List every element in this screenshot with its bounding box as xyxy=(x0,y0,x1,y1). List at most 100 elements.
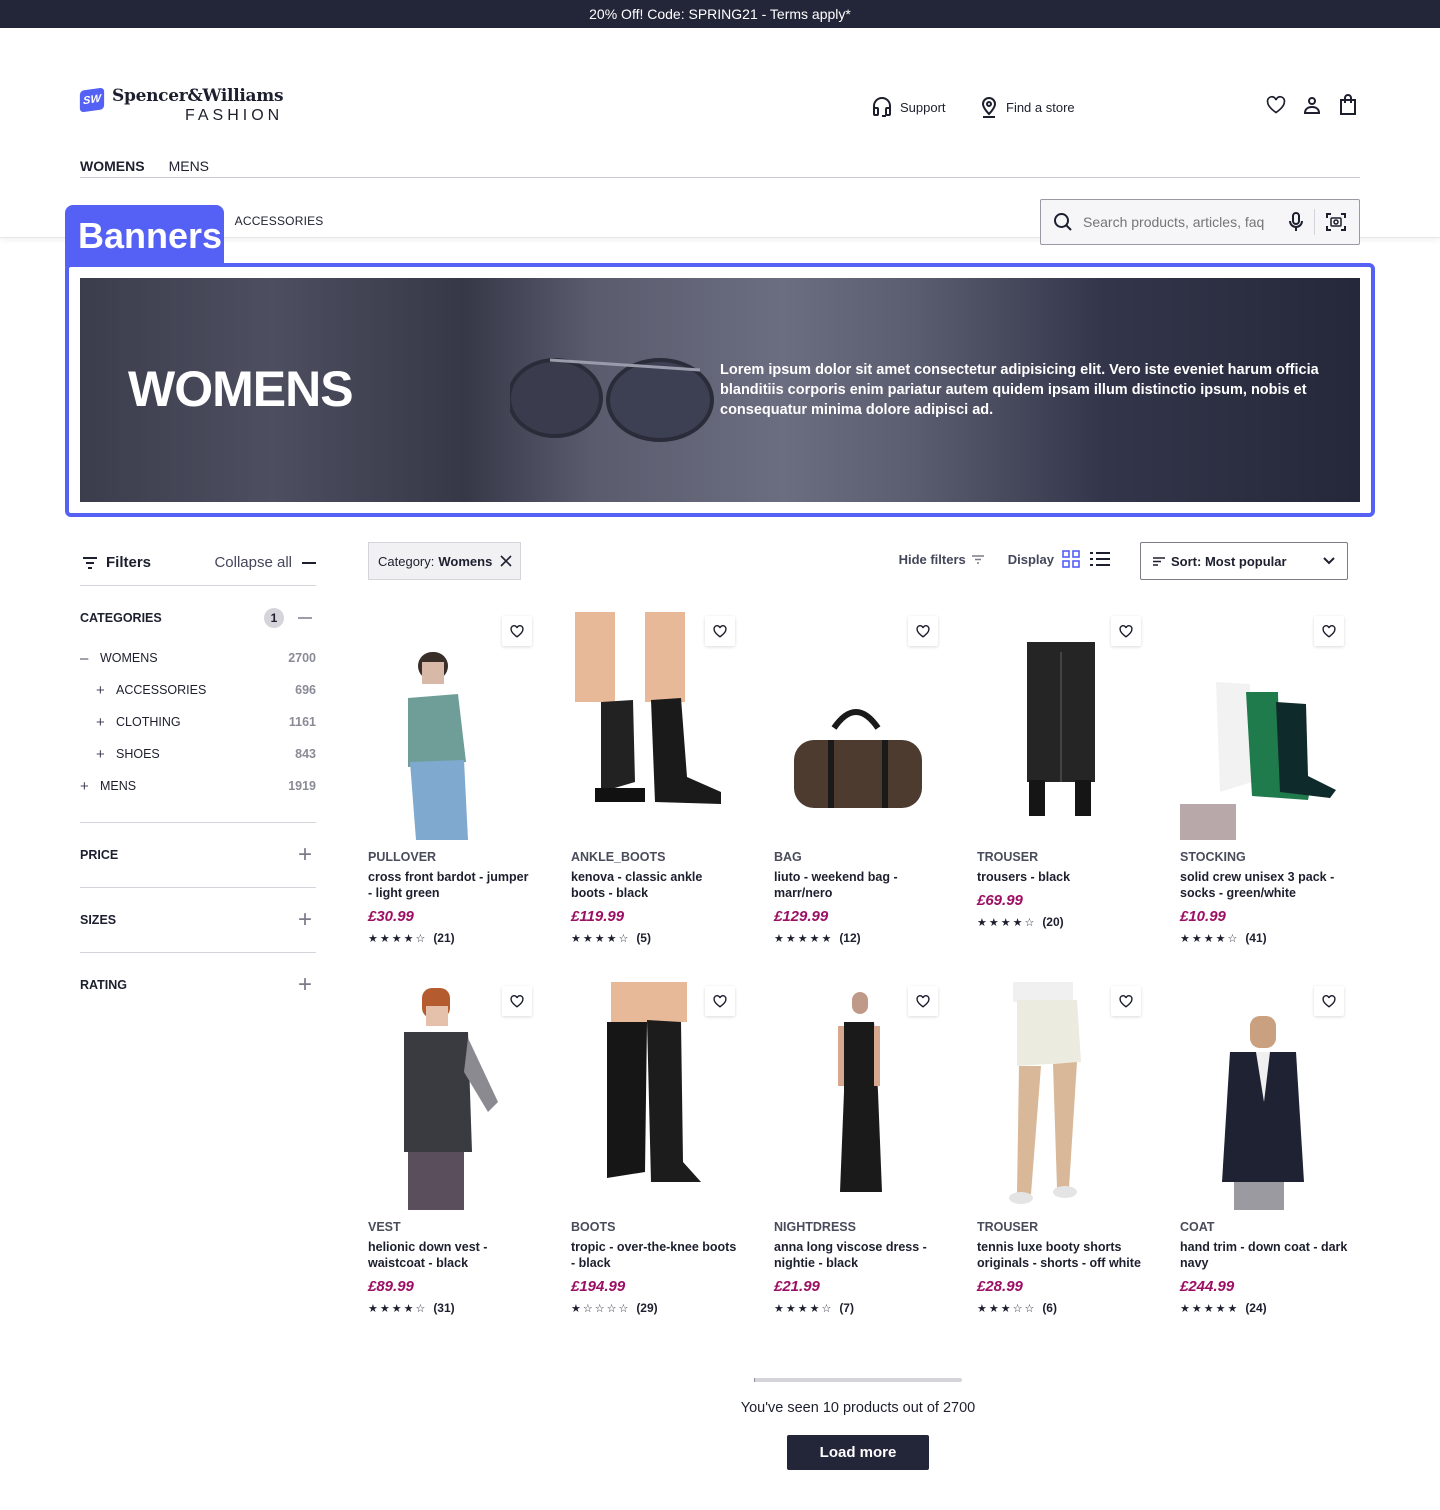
product-image[interactable] xyxy=(571,982,739,1210)
nav-mens[interactable]: MENS xyxy=(169,156,209,177)
product-card[interactable]: BAG liuto - weekend bag - marr/nero £129… xyxy=(774,612,942,956)
product-card[interactable]: BOOTS tropic - over-the-knee boots - bla… xyxy=(571,982,739,1326)
category-item-mens[interactable]: + MENS 1919 xyxy=(80,770,316,802)
chevron-down-icon xyxy=(1323,557,1335,565)
product-image[interactable] xyxy=(1180,612,1348,840)
product-card[interactable]: PULLOVER cross front bardot - jumper - l… xyxy=(368,612,536,956)
star-rating-icon: ★★★★☆ xyxy=(368,932,428,945)
banner-text: Lorem ipsum dolor sit amet consectetur a… xyxy=(720,362,1319,418)
category-item-womens[interactable]: – WOMENS 2700 xyxy=(80,642,316,674)
product-card[interactable]: STOCKING solid crew unisex 3 pack - sock… xyxy=(1180,612,1348,956)
section-title: RATING xyxy=(80,978,127,992)
brand-logo[interactable]: SW Spencer&Williams FASHION xyxy=(79,86,284,125)
product-name[interactable]: kenova - classic ankle boots - black xyxy=(571,869,739,901)
filter-section-price[interactable]: PRICE + xyxy=(80,822,316,887)
product-name[interactable]: helionic down vest - waistcoat - black xyxy=(368,1239,536,1271)
list-view-icon[interactable] xyxy=(1090,551,1110,567)
close-icon[interactable] xyxy=(500,555,512,567)
add-to-wishlist-button[interactable] xyxy=(1314,616,1344,646)
product-image[interactable] xyxy=(1180,982,1348,1210)
filters-label: Filters xyxy=(106,554,152,571)
product-name[interactable]: cross front bardot - jumper - light gree… xyxy=(368,869,536,901)
category-item-accessories[interactable]: + ACCESSORIES 696 xyxy=(80,674,316,706)
filter-section-rating[interactable]: RATING + xyxy=(80,952,316,1017)
category-count: 2700 xyxy=(288,651,316,665)
search-divider xyxy=(1314,209,1315,235)
add-to-wishlist-button[interactable] xyxy=(705,616,735,646)
product-image[interactable] xyxy=(368,612,536,840)
categories-header[interactable]: CATEGORIES 1 xyxy=(80,608,316,628)
product-grid: PULLOVER cross front bardot - jumper - l… xyxy=(368,612,1348,1326)
product-name[interactable]: trousers - black xyxy=(977,869,1145,885)
nav-womens[interactable]: WOMENS xyxy=(80,156,145,177)
product-photo-icon xyxy=(408,652,468,840)
camera-search-icon[interactable] xyxy=(1325,212,1347,232)
product-card[interactable]: TROUSER trousers - black £69.99 ★★★★☆ (2… xyxy=(977,612,1145,956)
product-category: NIGHTDRESS xyxy=(774,1220,856,1234)
account-button[interactable] xyxy=(1302,94,1322,116)
category-item-clothing[interactable]: + CLOTHING 1161 xyxy=(80,706,316,738)
collapse-all-button[interactable]: Collapse all xyxy=(214,554,316,571)
product-card[interactable]: VEST helionic down vest - waistcoat - bl… xyxy=(368,982,536,1326)
product-card[interactable]: TROUSER tennis luxe booty shorts origina… xyxy=(977,982,1145,1326)
cart-button[interactable] xyxy=(1338,94,1358,116)
product-photo-icon xyxy=(404,988,498,1210)
product-image[interactable] xyxy=(571,612,739,840)
support-link[interactable]: Support xyxy=(872,96,946,118)
active-filter-chip[interactable]: Category: Womens xyxy=(368,542,521,580)
add-to-wishlist-button[interactable] xyxy=(502,616,532,646)
category-item-shoes[interactable]: + SHOES 843 xyxy=(80,738,316,770)
product-price: £69.99 xyxy=(977,892,1023,909)
product-photo-icon xyxy=(794,709,922,808)
add-to-wishlist-button[interactable] xyxy=(1111,986,1141,1016)
map-pin-icon xyxy=(981,97,997,118)
subnav-accessories[interactable]: ACCESSORIES xyxy=(235,214,324,228)
category-label: ACCESSORIES xyxy=(116,683,207,697)
product-image[interactable] xyxy=(774,982,942,1210)
product-card[interactable]: ANKLE_BOOTS kenova - classic ankle boots… xyxy=(571,612,739,956)
star-rating-icon: ★★★★☆ xyxy=(977,916,1037,929)
filter-section-sizes[interactable]: SIZES + xyxy=(80,887,316,952)
product-category: COAT xyxy=(1180,1220,1215,1234)
add-to-wishlist-button[interactable] xyxy=(502,986,532,1016)
add-to-wishlist-button[interactable] xyxy=(1314,986,1344,1016)
grid-view-icon[interactable] xyxy=(1062,550,1080,568)
wishlist-button[interactable] xyxy=(1266,94,1286,116)
search-input[interactable] xyxy=(1083,214,1288,230)
listing-toolbar: Hide filters Display xyxy=(899,550,1110,568)
product-image[interactable] xyxy=(774,612,942,840)
load-more-button[interactable]: Load more xyxy=(787,1435,929,1470)
section-title: SIZES xyxy=(80,913,117,927)
product-name[interactable]: tennis luxe booty shorts originals - sho… xyxy=(977,1239,1145,1271)
product-name[interactable]: tropic - over-the-knee boots - black xyxy=(571,1239,739,1271)
product-name[interactable]: liuto - weekend bag - marr/nero xyxy=(774,869,942,901)
add-to-wishlist-button[interactable] xyxy=(1111,616,1141,646)
category-label: MENS xyxy=(100,779,137,793)
sort-label: Sort: Most popular xyxy=(1171,553,1287,569)
sort-dropdown[interactable]: Sort: Most popular xyxy=(1140,542,1348,580)
add-to-wishlist-button[interactable] xyxy=(705,986,735,1016)
product-rating: ★★★★★ (24) xyxy=(1180,1301,1348,1315)
add-to-wishlist-button[interactable] xyxy=(908,616,938,646)
product-name[interactable]: anna long viscose dress - nightie - blac… xyxy=(774,1239,942,1271)
add-to-wishlist-button[interactable] xyxy=(908,986,938,1016)
product-image[interactable] xyxy=(977,612,1145,840)
category-label: SHOES xyxy=(116,747,160,761)
product-card[interactable]: NIGHTDRESS anna long viscose dress - nig… xyxy=(774,982,942,1326)
product-rating: ★★★★☆ (41) xyxy=(1180,931,1348,945)
product-name[interactable]: solid crew unisex 3 pack - socks - green… xyxy=(1180,869,1348,901)
product-name[interactable]: hand trim - down coat - dark navy xyxy=(1180,1239,1348,1271)
product-image[interactable] xyxy=(368,982,536,1210)
hide-filters-button[interactable]: Hide filters xyxy=(899,552,984,567)
product-image[interactable] xyxy=(977,982,1145,1210)
review-count: (24) xyxy=(1245,1301,1267,1315)
product-price: £21.99 xyxy=(774,1278,820,1295)
microphone-icon[interactable] xyxy=(1288,211,1304,233)
product-rating: ★★★★★ (12) xyxy=(774,931,942,945)
plus-icon: + xyxy=(297,971,312,998)
review-count: (41) xyxy=(1245,931,1267,945)
product-price: £10.99 xyxy=(1180,908,1226,925)
find-store-link[interactable]: Find a store xyxy=(980,96,1075,118)
star-rating-icon: ★★★★☆ xyxy=(571,932,631,945)
product-card[interactable]: COAT hand trim - down coat - dark navy £… xyxy=(1180,982,1348,1326)
